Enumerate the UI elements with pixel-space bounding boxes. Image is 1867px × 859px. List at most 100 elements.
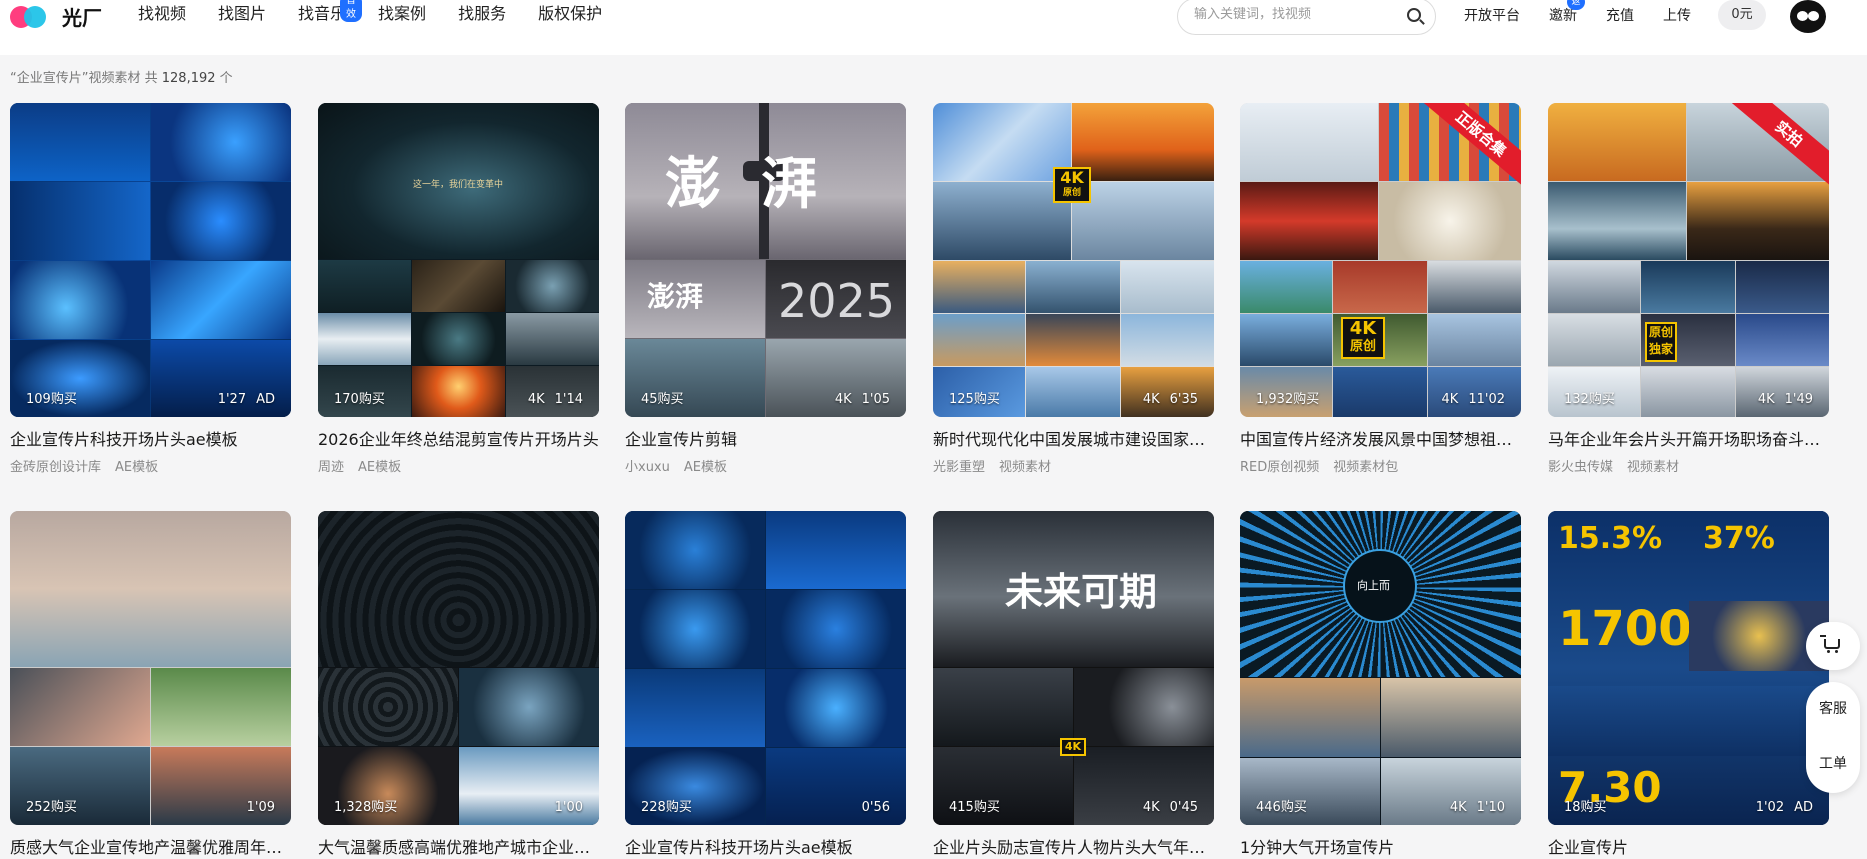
duration: 0'45 — [1169, 800, 1198, 815]
card-category[interactable]: AE模板 — [358, 460, 401, 475]
card-meta: 4K 1'14 — [518, 392, 583, 407]
card-author[interactable]: 周迹 — [318, 460, 344, 475]
card-category[interactable]: 视频素材包 — [1333, 460, 1398, 475]
card-category[interactable]: AE模板 — [684, 460, 727, 475]
card-thumbnail[interactable]: 109购买 1'27 AD — [10, 103, 291, 417]
nav-copyright[interactable]: 版权保护 — [538, 3, 602, 25]
card-category[interactable]: 视频素材 — [999, 460, 1051, 475]
buy-count: 132购买 — [1564, 392, 1615, 407]
video-card[interactable]: 向上而 446购买 4K 1'10 1分钟大气开场宣传片 — [1240, 511, 1521, 859]
search-input[interactable] — [1194, 7, 1394, 22]
card-title[interactable]: 新时代现代化中国发展城市建设国家… — [933, 429, 1214, 451]
card-category[interactable]: 视频素材 — [1627, 460, 1679, 475]
card-thumbnail[interactable]: 252购买 1'09 — [10, 511, 291, 825]
open-platform-link[interactable]: 开放平台 — [1464, 5, 1520, 25]
card-meta: 1'09 — [237, 800, 275, 815]
card-thumbnail[interactable]: 1,328购买 1'00 — [318, 511, 599, 825]
video-card[interactable]: 252购买 1'09 质感大气企业宣传地产温馨优雅周年… — [10, 511, 291, 859]
search-icon[interactable] — [1407, 8, 1421, 22]
video-card[interactable]: 15.3% 37% 1700 7.30 18购买 1'02 AD 企业宣传片 — [1548, 511, 1829, 859]
nav-find-video[interactable]: 找视频 — [138, 3, 186, 25]
quality: 4K — [1449, 800, 1467, 815]
card-thumbnail[interactable]: 澎湃 澎湃 2025 45购买 4K 1'05 — [625, 103, 906, 417]
card-subline: RED原创视频 视频素材包 — [1240, 456, 1521, 475]
card-title[interactable]: 2026企业年终总结混剪宣传片开场片头 — [318, 429, 599, 451]
future-title: 未来可期 — [1005, 570, 1158, 614]
4k-tag-sub: 原创 — [1062, 188, 1081, 198]
card-thumbnail[interactable]: 4K 原创 125购买 4K 6'35 — [933, 103, 1214, 417]
card-meta: 4K 1'10 — [1440, 800, 1505, 815]
card-subline: 金砖原创设计库 AE模板 — [10, 456, 291, 475]
card-meta: 4K 6'35 — [1133, 392, 1198, 407]
duration: 6'35 — [1169, 392, 1198, 407]
ticket-button[interactable]: 工单 — [1806, 737, 1860, 792]
nav-find-image[interactable]: 找图片 — [218, 3, 266, 25]
quality: 4K — [527, 392, 545, 407]
duration: 11'02 — [1468, 392, 1505, 407]
nav-find-music[interactable]: 找音乐 音效 — [298, 0, 363, 25]
video-card[interactable]: 4K 原创 正版合集 1,932购买 4K 11'02 中国宣传片经济发展风景中国梦… — [1240, 103, 1521, 475]
card-author[interactable]: 小xuxu — [625, 460, 670, 475]
card-author[interactable]: 光影重塑 — [933, 460, 985, 475]
card-subline: 小xuxu AE模板 — [625, 456, 906, 475]
card-title[interactable]: 企业宣传片剪辑 — [625, 429, 906, 451]
sfx-badge: 音效 — [340, 0, 363, 22]
result-number: 128,192 — [161, 71, 216, 86]
card-author[interactable]: RED原创视频 — [1240, 460, 1319, 475]
card-title[interactable]: 1分钟大气开场宣传片 — [1240, 837, 1521, 859]
card-thumbnail[interactable]: 向上而 446购买 4K 1'10 — [1240, 511, 1521, 825]
card-title[interactable]: 质感大气企业宣传地产温馨优雅周年… — [10, 837, 291, 859]
card-thumbnail[interactable]: 这一年，我们在变革中 170购买 4K 1'14 — [318, 103, 599, 417]
upload-link[interactable]: 上传 — [1663, 5, 1691, 25]
stat-percent-2: 37% — [1703, 521, 1775, 556]
video-card[interactable]: 109购买 1'27 AD 企业宣传片科技开场片头ae模板 金砖原创设计库 AE模板 — [10, 103, 291, 475]
video-card[interactable]: 这一年，我们在变革中 170购买 4K 1'14 2026企业年终总结混剪宣传片开… — [318, 103, 599, 475]
video-card[interactable]: 未来可期 4K 415购买 4K 0'45 企业片头励志宣传片人物片头大气年… — [933, 511, 1214, 859]
video-card[interactable]: 4K 原创 125购买 4K 6'35 新时代现代化中国发展城市建设国家… 光影重塑… — [933, 103, 1214, 475]
card-title[interactable]: 企业宣传片科技开场片头ae模板 — [625, 837, 906, 859]
search-box — [1177, 0, 1436, 35]
result-count: “企业宣传片”视频素材 共 128,192 个 — [10, 67, 233, 86]
card-title[interactable]: 企业宣传片 — [1548, 837, 1829, 859]
original-exclusive-tag: 原创独家 — [1645, 322, 1677, 362]
balance-button[interactable]: 0元 — [1718, 0, 1766, 30]
card-author[interactable]: 金砖原创设计库 — [10, 460, 101, 475]
stat-big-number: 1700 — [1558, 601, 1692, 657]
buy-count: 446购买 — [1256, 800, 1307, 815]
brush-title: 澎湃 — [665, 152, 857, 217]
video-card[interactable]: 原创独家 实拍 132购买 4K 1'49 马年企业年会片头开篇开场职场奋斗… 影… — [1548, 103, 1829, 475]
card-thumbnail[interactable]: 228购买 0'56 — [625, 511, 906, 825]
card-thumbnail[interactable]: 未来可期 4K 415购买 4K 0'45 — [933, 511, 1214, 825]
nav-find-service[interactable]: 找服务 — [458, 3, 506, 25]
card-meta: 4K 1'49 — [1748, 392, 1813, 407]
quality: 4K — [1142, 392, 1160, 407]
card-title[interactable]: 企业宣传片科技开场片头ae模板 — [10, 429, 291, 451]
recharge-link[interactable]: 充值 — [1606, 5, 1634, 25]
card-title[interactable]: 大气温馨质感高端优雅地产城市企业… — [318, 837, 599, 859]
ad-label: AD — [1794, 800, 1813, 815]
card-meta: 1'27 AD — [208, 392, 275, 407]
duration: 1'00 — [554, 800, 583, 815]
card-author[interactable]: 影火虫传媒 — [1548, 460, 1613, 475]
card-thumbnail[interactable]: 原创独家 实拍 132购买 4K 1'49 — [1548, 103, 1829, 417]
card-title[interactable]: 企业片头励志宣传片人物片头大气年… — [933, 837, 1214, 859]
card-subline: 光影重塑 视频素材 — [933, 456, 1214, 475]
cart-button[interactable] — [1806, 622, 1860, 670]
logo-text: 光厂 — [62, 5, 102, 30]
card-thumbnail[interactable]: 15.3% 37% 1700 7.30 18购买 1'02 AD — [1548, 511, 1829, 825]
quality: 4K — [834, 392, 852, 407]
card-meta: 1'02 AD — [1746, 800, 1813, 815]
video-card[interactable]: 228购买 0'56 企业宣传片科技开场片头ae模板 — [625, 511, 906, 859]
buy-count: 18购买 — [1564, 800, 1607, 815]
site-logo[interactable]: 光厂 — [10, 2, 102, 30]
video-card[interactable]: 澎湃 澎湃 2025 45购买 4K 1'05 企业宣传片剪辑 小xuxu AE模板 — [625, 103, 906, 475]
customer-service-button[interactable]: 客服 — [1806, 682, 1860, 737]
video-card[interactable]: 1,328购买 1'00 大气温馨质感高端优雅地产城市企业… — [318, 511, 599, 859]
result-suffix: 个 — [215, 71, 233, 86]
card-title[interactable]: 马年企业年会片头开篇开场职场奋斗… — [1548, 429, 1829, 451]
card-category[interactable]: AE模板 — [115, 460, 158, 475]
user-avatar[interactable] — [1790, 0, 1826, 33]
card-thumbnail[interactable]: 4K 原创 正版合集 1,932购买 4K 11'02 — [1240, 103, 1521, 417]
nav-find-case[interactable]: 找案例 — [378, 3, 426, 25]
card-title[interactable]: 中国宣传片经济发展风景中国梦想祖… — [1240, 429, 1521, 451]
